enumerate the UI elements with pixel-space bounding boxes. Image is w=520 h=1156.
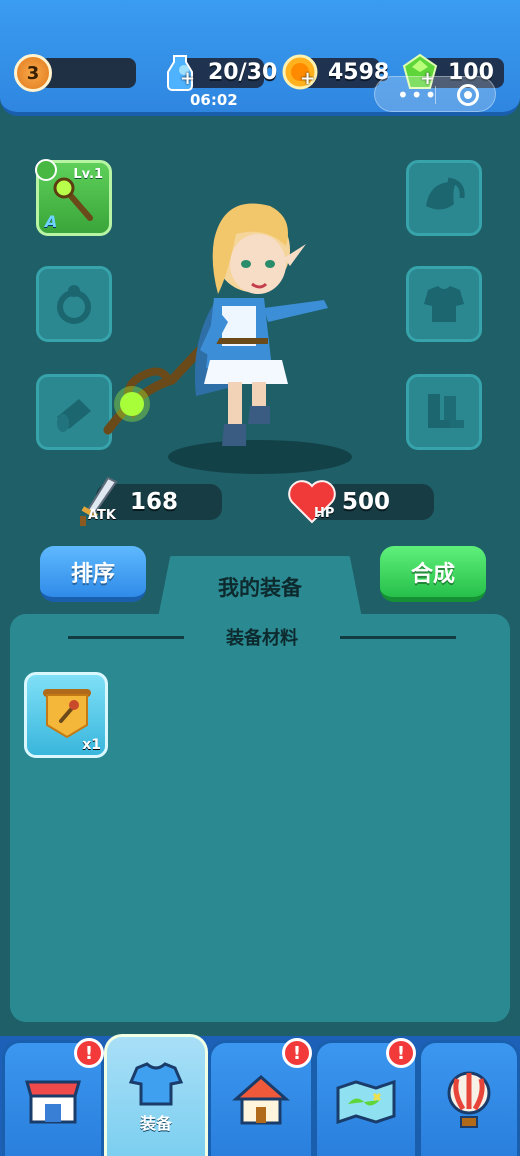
home-alert-badge: ! bbox=[282, 1038, 312, 1068]
mini-program-capsule: ••• bbox=[374, 76, 496, 112]
armor-icon bbox=[424, 286, 464, 322]
energy-counter[interactable]: + 20/30 bbox=[167, 55, 277, 91]
nav-equipment-label: 装备 bbox=[139, 1113, 172, 1133]
item-count: x1 bbox=[82, 737, 101, 753]
plus-icon: + bbox=[300, 68, 316, 89]
section-divider-left bbox=[68, 636, 184, 639]
home-icon bbox=[232, 1074, 290, 1124]
balloon-icon bbox=[447, 1071, 491, 1128]
tab-my-equipment[interactable]: 我的装备 bbox=[158, 556, 362, 618]
weapon-grade: A bbox=[45, 212, 58, 231]
health-value: 500 bbox=[342, 489, 391, 515]
boots-icon bbox=[428, 394, 464, 428]
section-divider-right bbox=[340, 636, 456, 639]
ring-icon bbox=[57, 285, 91, 324]
shop-alert-badge: ! bbox=[74, 1038, 104, 1068]
armor-slot[interactable] bbox=[406, 266, 482, 342]
close-target-icon[interactable] bbox=[457, 84, 479, 106]
nav-balloon[interactable] bbox=[418, 1040, 520, 1156]
top-resource-bar: 3 + 20/30 06:02 + 4598 + 100 ••• bbox=[0, 0, 520, 116]
attack-value: 168 bbox=[130, 489, 179, 515]
section-title-materials: 装备材料 bbox=[226, 628, 298, 649]
more-menu-icon[interactable]: ••• bbox=[397, 83, 438, 107]
player-level-badge[interactable]: 3 bbox=[14, 54, 52, 92]
staff-scroll-icon bbox=[43, 689, 91, 739]
gold-counter[interactable]: + 4598 bbox=[282, 54, 389, 90]
bracer-icon bbox=[57, 399, 91, 432]
health-label: HP bbox=[314, 506, 335, 521]
boots-slot[interactable] bbox=[406, 374, 482, 450]
map-icon bbox=[336, 1079, 396, 1124]
hat-icon bbox=[426, 177, 465, 210]
armor-icon bbox=[128, 1061, 184, 1105]
energy-timer: 06:02 bbox=[190, 91, 238, 109]
sort-button[interactable]: 排序 bbox=[40, 546, 146, 602]
nav-equipment[interactable]: 装备 bbox=[104, 1034, 208, 1156]
hero-character[interactable] bbox=[96, 180, 356, 480]
merge-button[interactable]: 合成 bbox=[380, 546, 486, 602]
capsule-divider bbox=[435, 86, 436, 104]
plus-icon: + bbox=[180, 68, 196, 89]
inventory-item[interactable]: x1 bbox=[24, 672, 108, 758]
experience-bar bbox=[40, 58, 136, 88]
energy-value: 20/30 bbox=[208, 60, 278, 85]
key-icon bbox=[35, 159, 57, 181]
map-alert-badge: ! bbox=[386, 1038, 416, 1068]
shop-icon bbox=[25, 1080, 81, 1123]
hat-slot[interactable] bbox=[406, 160, 482, 236]
attack-label: ATK bbox=[88, 508, 116, 523]
